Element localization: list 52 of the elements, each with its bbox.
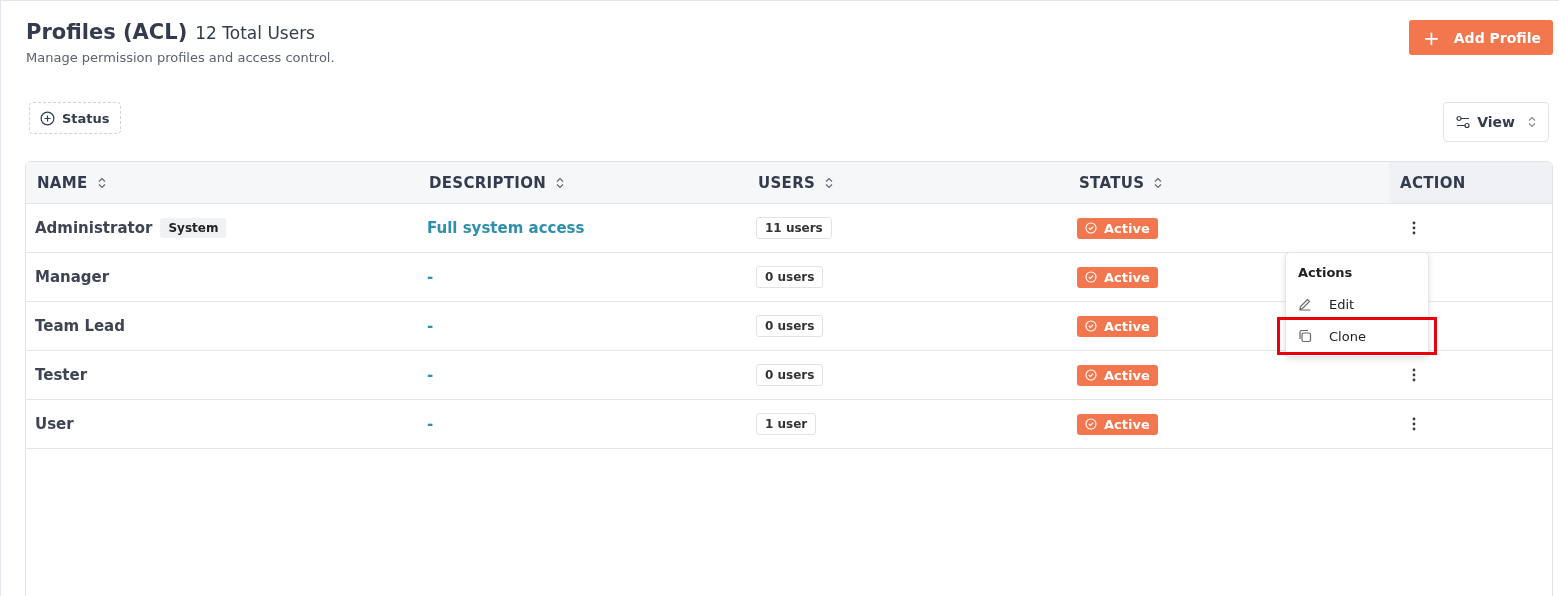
users-count: 0 users [756, 364, 824, 386]
menu-item[interactable]: Edit [1286, 288, 1428, 320]
sort-icon[interactable] [556, 176, 565, 189]
menu-title: Actions [1297, 264, 1354, 282]
profile-description[interactable]: - [427, 415, 434, 433]
column-header: ACTION [1400, 173, 1466, 192]
status-badge: Active [1077, 266, 1158, 288]
check-circle-icon [1085, 271, 1097, 283]
more-icon[interactable] [1412, 417, 1416, 431]
sort-icon[interactable] [1154, 176, 1163, 189]
system-tag: System [160, 218, 227, 238]
users-count: 0 users [756, 266, 824, 288]
menu-item[interactable]: Clone [1280, 320, 1434, 352]
status-badge: Active [1077, 217, 1158, 239]
page-subtitle: Manage permission profiles and access control. [26, 50, 335, 65]
users-count: 1 user [756, 413, 817, 435]
more-icon[interactable] [1412, 221, 1416, 235]
check-circle-icon [1085, 369, 1097, 381]
column-header: STATUS [1079, 173, 1145, 192]
sort-icon[interactable] [825, 176, 834, 189]
users-count: 0 users [756, 315, 824, 337]
profile-name: User [35, 415, 74, 433]
sort-icon[interactable] [97, 176, 106, 189]
check-circle-icon [1085, 418, 1097, 430]
status-badge: Active [1077, 315, 1158, 337]
profile-name: Administrator [35, 219, 153, 237]
check-circle-icon [1085, 320, 1097, 332]
user-count: 12 Total Users [195, 23, 315, 43]
copy-icon [1298, 329, 1312, 343]
page-title: Profiles (ACL) [26, 20, 188, 44]
status-badge: Active [1077, 413, 1158, 435]
add-profile-button[interactable]: + Add Profile [1409, 20, 1553, 55]
users-count: 11 users [756, 217, 832, 239]
pencil-icon [1298, 297, 1312, 311]
profile-description[interactable]: Full system access [427, 219, 585, 237]
column-header: USERS [758, 173, 816, 192]
plus-circle-icon [40, 110, 55, 126]
check-circle-icon [1085, 222, 1097, 234]
column-header: NAME [37, 173, 88, 192]
status-filter-button[interactable]: Status [29, 102, 121, 134]
more-icon[interactable] [1412, 368, 1416, 382]
profile-description[interactable]: - [427, 366, 434, 384]
sort-icon [1528, 116, 1536, 128]
profile-name: Team Lead [35, 317, 125, 335]
profile-description[interactable]: - [427, 268, 434, 286]
profile-description[interactable]: - [427, 317, 434, 335]
profile-name: Tester [35, 366, 88, 384]
column-header: DESCRIPTION [429, 173, 547, 192]
sliders-icon [1456, 115, 1471, 129]
status-badge: Active [1077, 364, 1158, 386]
view-button[interactable]: View [1443, 102, 1549, 142]
profile-name: Manager [35, 268, 110, 286]
